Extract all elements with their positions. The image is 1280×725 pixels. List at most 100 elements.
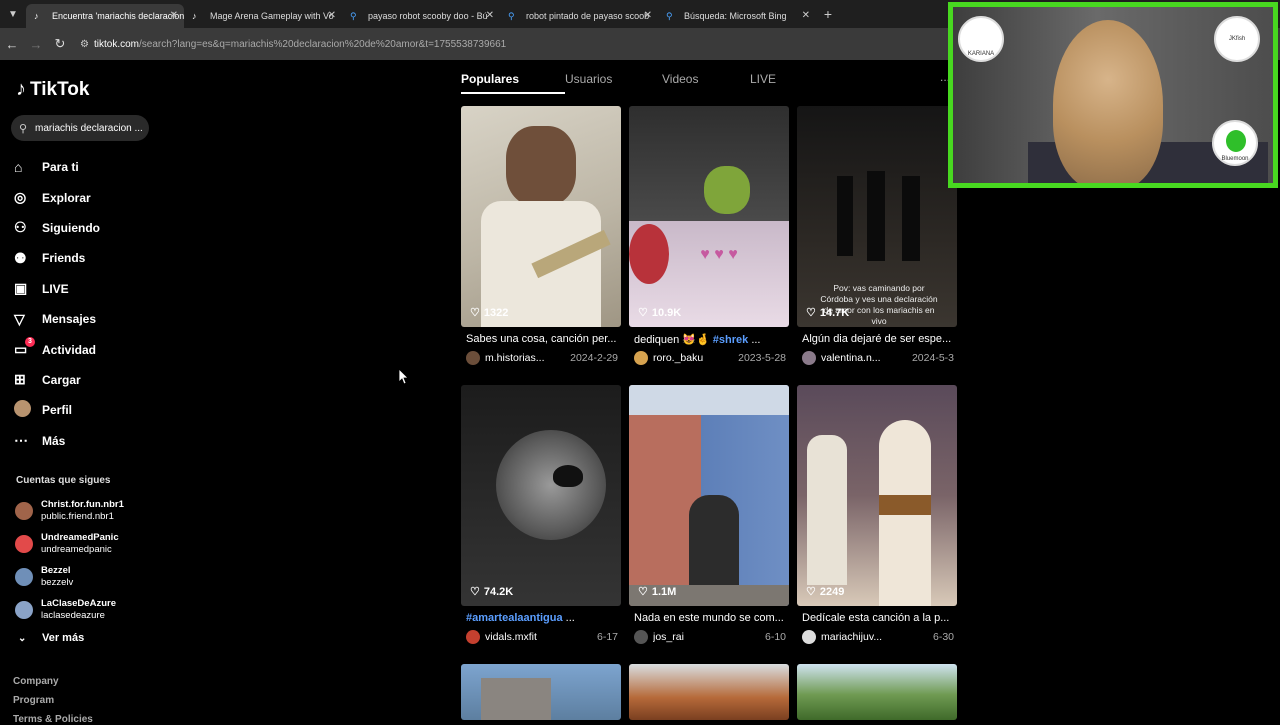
sidebar-item-friends[interactable]: ⚉ Friends bbox=[14, 243, 100, 273]
video-caption[interactable]: dediquen 😻🤞 #shrek ... bbox=[634, 333, 786, 346]
video-thumbnail[interactable]: Pov: vas caminando por Córdoba y ves una… bbox=[797, 106, 957, 327]
following-account[interactable]: Bezzel bezzelv bbox=[15, 560, 124, 593]
mariachi-silhouette bbox=[902, 176, 920, 261]
tab-search-dropdown[interactable]: ▼ bbox=[0, 0, 26, 28]
reload-button[interactable]: ↻ bbox=[48, 36, 72, 52]
browser-tab[interactable]: ⚲ robot pintado de payaso scoob ✕ bbox=[500, 4, 658, 28]
back-button[interactable]: ← bbox=[0, 37, 24, 52]
video-thumbnail[interactable]: ♥ ♥ ♥ ♡ 10.9K bbox=[629, 106, 789, 327]
url-field[interactable]: ⚙ tiktok.com /search?lang=es&q=mariachis… bbox=[80, 39, 506, 50]
avatar[interactable] bbox=[634, 351, 648, 365]
like-count-value: 10.9K bbox=[651, 306, 682, 319]
video-thumbnail[interactable]: ♡ 74.2K bbox=[461, 385, 621, 606]
heart-icon: ♡ bbox=[470, 586, 480, 598]
following-icon: ⚇ bbox=[14, 219, 27, 236]
site-info-icon[interactable]: ⚙ bbox=[80, 39, 94, 50]
username[interactable]: roro._baku bbox=[653, 352, 734, 364]
sidebar-nav: ⌂ Para ti ◎ Explorar ⚇ Siguiendo ⚉ Friends ▣… bbox=[14, 152, 100, 456]
tab-title: Encuentra 'mariachis declaracion bbox=[52, 11, 184, 21]
avatar[interactable] bbox=[802, 351, 816, 365]
hashtag-link[interactable]: #shrek bbox=[713, 334, 748, 346]
video-thumbnail[interactable] bbox=[461, 664, 621, 720]
sidebar-item-mas[interactable]: ⋯ Más bbox=[14, 426, 100, 456]
username[interactable]: vidals.mxfit bbox=[485, 631, 593, 643]
video-caption[interactable]: Sabes una cosa, canción per... bbox=[466, 333, 618, 345]
post-date: 2024-2-29 bbox=[570, 352, 618, 364]
username[interactable]: jos_rai bbox=[653, 631, 761, 643]
avatar[interactable] bbox=[634, 630, 648, 644]
video-caption[interactable]: Dedícale esta canción a la p... bbox=[802, 612, 954, 624]
sidebar-item-siguiendo[interactable]: ⚇ Siguiendo bbox=[14, 213, 100, 243]
heart-shape bbox=[553, 465, 583, 487]
username[interactable]: valentina.n... bbox=[821, 352, 908, 364]
browser-tab[interactable]: ♪ Encuentra 'mariachis declaracion ✕ bbox=[26, 4, 184, 28]
browser-tab[interactable]: ⚲ payaso robot scooby doo - Bú ✕ bbox=[342, 4, 500, 28]
tab-live[interactable]: LIVE bbox=[750, 72, 810, 86]
new-tab-button[interactable]: + bbox=[816, 6, 840, 22]
video-caption[interactable]: Algún dia dejaré de ser espe... bbox=[802, 333, 954, 345]
avatar bbox=[15, 567, 33, 586]
sidebar-item-label: Más bbox=[42, 433, 66, 448]
see-more-button[interactable]: ⌄ Ver más bbox=[18, 632, 84, 644]
video-thumbnail[interactable] bbox=[797, 664, 957, 720]
compass-icon: ◎ bbox=[14, 189, 27, 206]
account-name: Christ.for.fun.nbr1 bbox=[41, 498, 124, 510]
following-account[interactable]: UndreamedPanic undreamedpanic bbox=[15, 527, 124, 560]
close-icon[interactable]: ✕ bbox=[802, 4, 810, 28]
sidebar-item-explorar[interactable]: ◎ Explorar bbox=[14, 182, 100, 212]
mariachi-silhouette bbox=[867, 171, 885, 261]
like-count-value: 74.2K bbox=[483, 585, 514, 598]
video-thumbnail[interactable]: ♡ 1.1M bbox=[629, 385, 789, 606]
close-icon[interactable]: ✕ bbox=[644, 4, 652, 28]
sidebar-item-label: Mensajes bbox=[42, 312, 97, 327]
sidebar-item-mensajes[interactable]: ▽ Mensajes bbox=[14, 304, 100, 334]
heart-icon: ♡ bbox=[638, 307, 648, 319]
sidebar-item-live[interactable]: ▣ LIVE bbox=[14, 274, 100, 304]
following-account[interactable]: Christ.for.fun.nbr1 public.friend.nbr1 bbox=[15, 494, 124, 527]
close-icon[interactable]: ✕ bbox=[486, 4, 494, 28]
messages-icon: ▽ bbox=[14, 310, 25, 327]
sidebar-item-label: LIVE bbox=[42, 281, 69, 296]
footer-link-company[interactable]: Company bbox=[13, 676, 59, 687]
caption-text: dediquen 😻🤞 bbox=[634, 334, 710, 346]
browser-tab[interactable]: ♪ Mage Arena Gameplay with Vo ✕ bbox=[184, 4, 342, 28]
like-count: ♡ 1.1M bbox=[638, 585, 676, 599]
tab-usuarios[interactable]: Usuarios bbox=[565, 72, 662, 86]
following-account[interactable]: LaClaseDeAzure laclasedeazure bbox=[15, 593, 124, 626]
avatar[interactable] bbox=[802, 630, 816, 644]
mariachi-figure bbox=[807, 435, 847, 585]
sidebar-item-perfil[interactable]: Perfil bbox=[14, 395, 100, 425]
hashtag-link[interactable]: #amartealaantigua bbox=[466, 612, 563, 624]
avatar[interactable] bbox=[466, 630, 480, 644]
search-input[interactable]: ⚲ mariachis declaracion ... bbox=[11, 115, 149, 141]
heart-icon: ♡ bbox=[638, 586, 648, 598]
tiktok-logo[interactable]: ♪ TikTok bbox=[16, 78, 89, 101]
heart-icon: ♡ bbox=[806, 586, 816, 598]
profile-avatar bbox=[14, 400, 31, 418]
close-icon[interactable]: ✕ bbox=[328, 4, 336, 28]
account-name: LaClaseDeAzure bbox=[41, 597, 116, 609]
tab-populares[interactable]: Populares bbox=[461, 72, 565, 94]
account-handle: public.friend.nbr1 bbox=[41, 510, 114, 522]
video-thumbnail[interactable] bbox=[629, 664, 789, 720]
username[interactable]: m.historias... bbox=[485, 352, 566, 364]
sidebar-item-para-ti[interactable]: ⌂ Para ti bbox=[14, 152, 100, 182]
video-caption[interactable]: Nada en este mundo se com... bbox=[634, 612, 786, 624]
browser-tab[interactable]: ⚲ Búsqueda: Microsoft Bing ✕ bbox=[658, 4, 816, 28]
username[interactable]: mariachijuv... bbox=[821, 631, 929, 643]
sidebar-item-label: Friends bbox=[42, 251, 86, 266]
video-thumbnail[interactable]: ♡ 1322 bbox=[461, 106, 621, 327]
search-icon: ⚲ bbox=[508, 11, 515, 21]
forward-button[interactable]: → bbox=[24, 37, 48, 52]
close-icon[interactable]: ✕ bbox=[170, 4, 178, 28]
sidebar-item-cargar[interactable]: ⊞ Cargar bbox=[14, 365, 100, 395]
avatar[interactable] bbox=[466, 351, 480, 365]
sidebar-item-actividad[interactable]: ▭ 3 Actividad bbox=[14, 334, 100, 364]
tab-videos[interactable]: Videos bbox=[662, 72, 750, 86]
footer-link-program[interactable]: Program bbox=[13, 695, 54, 706]
search-icon: ⚲ bbox=[666, 11, 673, 21]
search-icon: ⚲ bbox=[350, 11, 357, 21]
video-caption[interactable]: #amartealaantigua ... bbox=[466, 612, 618, 624]
video-thumbnail[interactable]: ♡ 2249 bbox=[797, 385, 957, 606]
result-tabs: Populares Usuarios Videos LIVE bbox=[461, 72, 810, 94]
